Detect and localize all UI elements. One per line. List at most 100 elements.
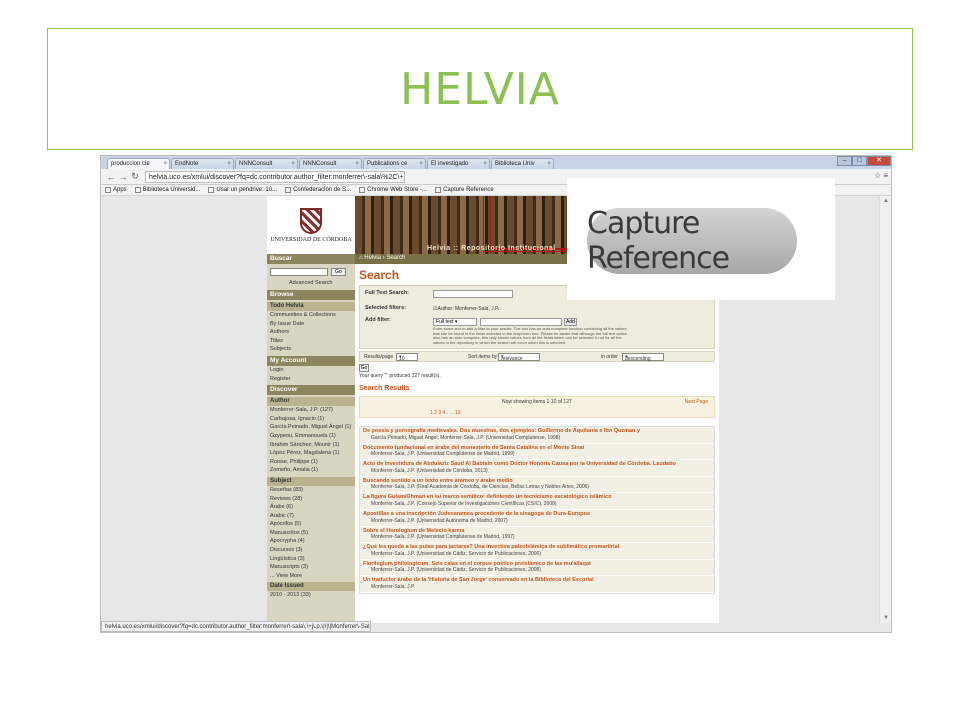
close-icon[interactable]: × <box>163 161 167 167</box>
facet-item[interactable]: Manuscripts (3) <box>267 563 355 572</box>
forward-icon[interactable]: → <box>117 172 129 182</box>
bookmark[interactable]: Confederación de S... <box>285 187 351 193</box>
advanced-search-link[interactable]: Advanced Search <box>267 280 355 286</box>
list-item: Sobre el Horologium de Melecio karma Monf… <box>360 527 714 544</box>
facet-item[interactable]: Reseñas (83) <box>267 486 355 495</box>
close-icon[interactable]: × <box>227 161 231 167</box>
facet-item[interactable]: López Pérez, Magdalena (1) <box>267 449 355 458</box>
browser-tab[interactable]: Biblioteca Univ × <box>491 158 554 169</box>
reload-icon[interactable]: ↻ <box>129 171 141 182</box>
result-title[interactable]: Documento fundacional en árabe del monas… <box>363 445 711 452</box>
bookmark[interactable]: Apps <box>105 187 127 193</box>
facet-item[interactable]: Ibrahim Sánchez, Mounir (1) <box>267 441 355 450</box>
result-title[interactable]: Un traductor árabe de la 'Historia de Sa… <box>363 577 711 584</box>
sidebar-item[interactable]: By Issue Date <box>267 320 355 329</box>
list-item: Un traductor árabe de la 'Historia de Sa… <box>360 576 714 593</box>
facet-item[interactable]: Apócrifos (5) <box>267 520 355 529</box>
sidebar-item[interactable]: Titles <box>267 337 355 346</box>
page-icon <box>435 187 442 193</box>
facet-item[interactable]: Discursos (3) <box>267 546 355 555</box>
go-submit-button[interactable]: Go <box>359 364 369 372</box>
page-numbers[interactable]: 1 2 3 4 . . . 13 <box>430 410 461 416</box>
result-title[interactable]: Sobre el Horologium de Melecio karma <box>363 528 711 535</box>
sort-select[interactable]: relevance ▾ <box>498 353 540 362</box>
facet-item[interactable]: Monferrer-Sala, J.P. (127) <box>267 406 355 415</box>
sidebar-item[interactable]: Subjects <box>267 345 355 354</box>
breadcrumb-item[interactable]: Helvia <box>364 255 381 261</box>
facet-item[interactable]: Carbajosa, Ignacio (1) <box>267 415 355 424</box>
vertical-scrollbar[interactable]: ▲ ▼ <box>879 196 891 623</box>
go-button[interactable]: Go <box>331 268 346 276</box>
capture-reference-button[interactable]: Capture Reference <box>587 206 797 276</box>
bookmark[interactable]: Chrome Web Store -... <box>359 187 427 193</box>
filter-type-select[interactable]: Full text ▾ <box>433 318 477 326</box>
browser-tab[interactable]: NNNConsult × <box>299 158 362 169</box>
browser-tab[interactable]: produccion cie × <box>107 158 170 169</box>
university-logo[interactable]: UNIVERSIDAD DE CÓRDOBA <box>267 196 355 254</box>
selected-filter[interactable]: ☑Author: Monferrer-Sala, J.P. <box>433 306 499 312</box>
facet-item[interactable]: Zomeño, Amalia (1) <box>267 466 355 475</box>
result-title[interactable]: De poesía y pornografía medievales. Dos … <box>363 428 711 435</box>
facet-item[interactable]: Arabic (7) <box>267 512 355 521</box>
add-button[interactable]: Add <box>564 318 577 326</box>
address-bar[interactable]: helvia.uco.es/xmlui/discover?fq=dc.contr… <box>145 170 405 183</box>
facet-item[interactable]: Lingüística (3) <box>267 555 355 564</box>
sidebar-subheading: Todo Helvia <box>267 302 355 311</box>
close-icon[interactable]: × <box>291 161 295 167</box>
showing-text: Now showing items 1-10 of 127 <box>502 399 572 405</box>
result-title[interactable]: ¿Qué les queda a las putas para jactarse… <box>363 544 711 551</box>
browser-tab[interactable]: Publications ce × <box>363 158 426 169</box>
sidebar-subheading: Date Issued <box>267 582 355 592</box>
facet-item[interactable]: Reviews (28) <box>267 495 355 504</box>
bookmark[interactable]: Biblioteca Universid... <box>134 187 200 193</box>
sidebar-item[interactable]: Register <box>267 375 355 384</box>
full-text-input[interactable] <box>433 290 513 298</box>
tab-label: Biblioteca Univ <box>495 161 535 167</box>
close-icon[interactable]: × <box>355 161 359 167</box>
facet-item[interactable]: 2010 - 2013 (33) <box>267 591 355 600</box>
close-icon[interactable]: × <box>419 161 423 167</box>
sidebar-item[interactable]: Authors <box>267 328 355 337</box>
browser-tab[interactable]: NNNConsult × <box>235 158 298 169</box>
capture-reference-overlay: Capture Reference <box>567 178 835 300</box>
scroll-up-icon[interactable]: ▲ <box>883 198 889 204</box>
window-close-icon[interactable]: ✕ <box>867 156 891 166</box>
facet-item[interactable]: García Peinado, Miguel Ángel (1) <box>267 423 355 432</box>
facet-item[interactable]: Manuscritos (5) <box>267 529 355 538</box>
facet-item[interactable]: Gzypeou, Emmanouela (1) <box>267 432 355 441</box>
bookmark-icon <box>134 187 141 193</box>
result-title[interactable]: Florilegium philologicum. Seis calas en … <box>363 561 711 568</box>
close-icon[interactable]: × <box>483 161 487 167</box>
list-item: De poesía y pornografía medievales. Dos … <box>360 427 714 444</box>
facet-item[interactable]: Roisse, Philippe (1) <box>267 458 355 467</box>
sidebar-item[interactable]: Communities & Collections <box>267 311 355 320</box>
sidebar: Buscar Go Advanced Search Browse Todo He… <box>267 254 355 623</box>
scroll-down-icon[interactable]: ▼ <box>883 615 889 621</box>
result-title[interactable]: Apostillas a una inscripción Judeoaramea… <box>363 511 711 518</box>
sidebar-heading: Buscar <box>267 254 355 264</box>
menu-icon[interactable]: ☆ ≡ <box>874 171 888 180</box>
result-title[interactable]: La figura Gulam/Ghman en su marco semíti… <box>363 494 711 501</box>
results-list: De poesía y pornografía medievales. Dos … <box>359 426 715 594</box>
search-input[interactable] <box>270 268 328 276</box>
sidebar-item[interactable]: Login <box>267 366 355 375</box>
browser-tab[interactable]: EndNote × <box>171 158 234 169</box>
next-page-link[interactable]: Next Page <box>685 399 708 405</box>
facet-item[interactable]: Árabe (6) <box>267 503 355 512</box>
view-more-link[interactable]: ... View More <box>267 572 355 581</box>
bookmark-icon <box>208 187 215 193</box>
minimize-icon[interactable]: – <box>837 156 852 166</box>
back-icon[interactable]: ← <box>105 172 117 182</box>
close-icon[interactable]: × <box>547 161 551 167</box>
maximize-icon[interactable]: □ <box>852 156 867 166</box>
result-title[interactable]: Acto de Investidura de Abdulaziz Saud Al… <box>363 461 711 468</box>
facet-item[interactable]: Apocrypha (4) <box>267 537 355 546</box>
results-per-page-select[interactable]: 10 ▾ <box>396 353 418 362</box>
result-authors: Monferrer-Sala, J.P. <box>371 583 416 590</box>
filter-value-input[interactable] <box>480 318 562 326</box>
order-select[interactable]: descending ▾ <box>622 353 664 362</box>
browser-tab[interactable]: El investigado × <box>427 158 490 169</box>
bookmark[interactable]: Capture Reference <box>435 187 494 193</box>
bookmark[interactable]: Usar un pendrive: 10... <box>208 187 277 193</box>
result-title[interactable]: Buscando sentido a un texto entre arameo… <box>363 478 711 485</box>
